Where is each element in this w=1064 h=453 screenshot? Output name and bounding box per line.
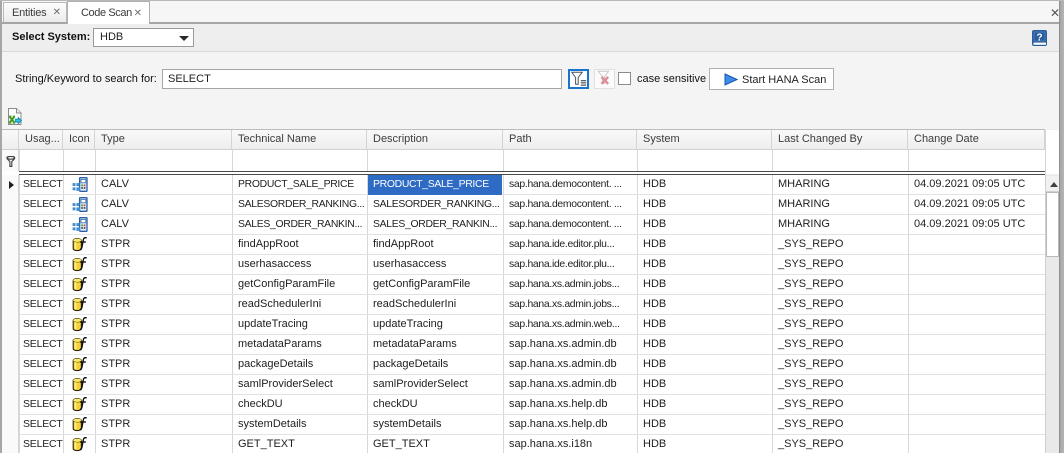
svg-text:?: ? [1036, 33, 1042, 44]
